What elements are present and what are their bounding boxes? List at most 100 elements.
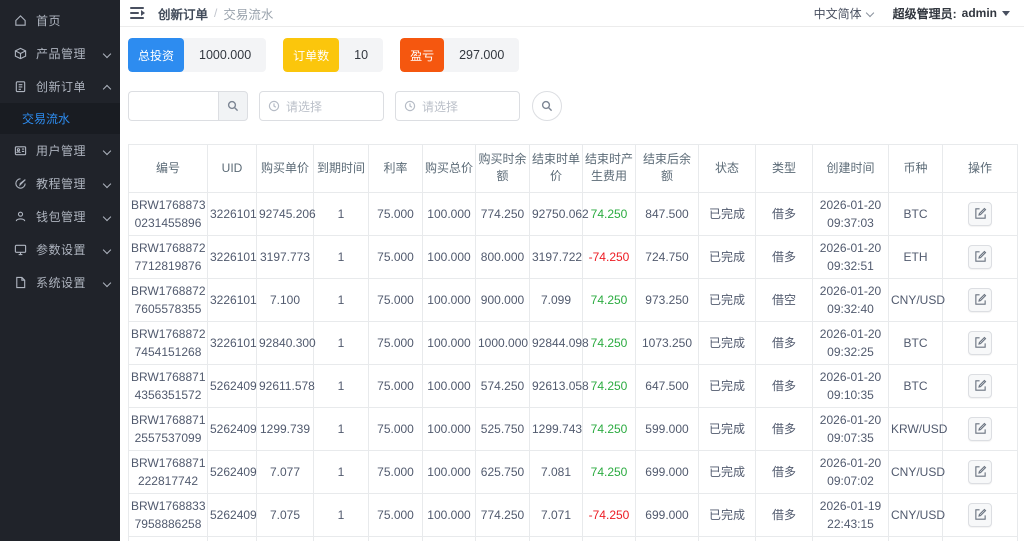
card-label-badge: 订单数 (283, 38, 340, 72)
cell-buy-price: 7.075 (256, 492, 314, 537)
menu-fold-icon[interactable] (130, 7, 146, 19)
filter-search-button[interactable] (532, 91, 562, 121)
card-value: 10 (354, 48, 369, 62)
edit-button[interactable] (968, 502, 992, 527)
cell-expiry: 1 (313, 234, 369, 279)
cell-end-price: 7.071 (529, 492, 583, 537)
cell-balance-at-buy: 774.250 (475, 492, 530, 537)
edit-button[interactable] (968, 287, 992, 312)
card-value: 1000.000 (199, 48, 252, 62)
cell-end-price: 7.081 (529, 449, 583, 494)
user-menu[interactable]: 超级管理员: admin (893, 5, 1010, 22)
sidebar-item-users[interactable]: 用户管理 (0, 134, 120, 167)
sidebar-item-label: 钱包管理 (36, 210, 87, 224)
edit-button[interactable] (968, 330, 992, 355)
edit-button[interactable] (968, 416, 992, 441)
card-label-badge: 盈亏 (400, 38, 445, 72)
card-label-badge: 总投资 (128, 38, 185, 72)
user-name: admin (961, 6, 997, 20)
cell-end-balance: 699.000 (635, 449, 699, 494)
cell-coin: BTC (888, 363, 943, 408)
cell-uid: 3226101 (207, 234, 257, 279)
cell-status: 已完成 (698, 234, 756, 279)
cell-buy-total: 100.000 (422, 363, 476, 408)
chevron-down-icon (104, 213, 112, 221)
sidebar-item-wallets[interactable]: 钱包管理 (0, 200, 120, 233)
home-icon (13, 13, 28, 28)
cell-coin: CNY/USD (888, 492, 945, 537)
cell-buy-total: 100.000 (422, 492, 476, 537)
edit-icon (974, 422, 986, 434)
cell-buy-price: 92745.206 (256, 191, 316, 236)
cell-created-time: 2026-01-20 09:32:25 (812, 320, 889, 365)
sidebar-item-home[interactable]: 首页 (0, 4, 120, 37)
cell-expiry: 1 (313, 320, 369, 365)
cell-end-balance: 647.500 (635, 363, 699, 408)
table-row: BRW1768872 7605578355 3226101 7.100 1 75.… (128, 277, 1018, 322)
sidebar-item-label: 用户管理 (36, 144, 87, 158)
card-total-investment: 总投资 1000.000 (128, 38, 267, 72)
cell-rate: 75.000 (368, 277, 423, 322)
language-selector[interactable]: 中文简体 (814, 5, 875, 22)
cell-coin: BTC (888, 320, 943, 365)
sidebar-item-label: 教程管理 (36, 177, 87, 191)
sidebar-item-parameters[interactable]: 参数设置 (0, 233, 120, 266)
cell-type: 借空 (755, 535, 813, 541)
sidebar-item-system[interactable]: 系统设置 (0, 266, 120, 299)
sidebar-item-tutorials[interactable]: 教程管理 (0, 167, 120, 200)
cell-coin: ETH (888, 234, 943, 279)
cell-actions (942, 406, 1018, 451)
product-icon (13, 46, 28, 61)
date-end-picker[interactable]: 请选择 (395, 91, 520, 121)
column-header: 编号 (128, 144, 208, 193)
keyword-search-button[interactable] (218, 91, 248, 121)
cell-status: 已完成 (698, 320, 756, 365)
cell-created-time: 2026-01-1922:43:05 (812, 535, 889, 541)
cell-coin: CNY/USD (888, 277, 945, 322)
edit-button[interactable] (968, 373, 992, 398)
cell-rate: 75.000 (368, 191, 423, 236)
column-header: 购买时余额 (475, 144, 530, 193)
cell-order-id: BRW1768872 7712819876 (128, 234, 208, 279)
card-order-count: 订单数 10 (283, 38, 384, 72)
table-row: BRW1768873 0231455896 3226101 92745.206 1… (128, 191, 1018, 236)
keyword-input[interactable] (128, 91, 218, 121)
cell-buy-total: 100.000 (422, 406, 476, 451)
cell-status: 已完成 (698, 277, 756, 322)
edit-icon (974, 336, 986, 348)
cell-coin: BTC (888, 191, 943, 236)
edit-button[interactable] (968, 201, 992, 226)
cell-end-balance: 699.000 (635, 492, 699, 537)
cell-order-id: BRW1768872 7605578355 (128, 277, 208, 322)
chevron-up-icon (104, 83, 112, 91)
card-value: 297.000 (459, 48, 505, 62)
edit-button[interactable] (968, 244, 992, 269)
cell-rate: 75.000 (368, 234, 423, 279)
cell-actions (942, 535, 1018, 541)
cell-expiry: 1 (313, 535, 369, 541)
cell-end-balance: 847.500 (635, 191, 699, 236)
cell-end-balance: 799.000 (635, 535, 699, 541)
cell-coin: CNY/USD (888, 449, 945, 494)
cell-rate: 75.000 (368, 492, 423, 537)
cell-uid: 3226101 (207, 191, 257, 236)
edit-icon (974, 293, 986, 305)
edit-button[interactable] (968, 459, 992, 484)
sidebar-item-transactions[interactable]: 交易流水 (0, 103, 120, 134)
filter-bar: 请选择 请选择 (128, 91, 1017, 121)
cell-buy-price: 7.077 (256, 449, 314, 494)
breadcrumb-current[interactable]: 交易流水 (223, 4, 273, 23)
cell-actions (942, 363, 1018, 408)
cell-expiry: 1 (313, 406, 369, 451)
date-start-picker[interactable]: 请选择 (259, 91, 384, 121)
edit-icon (974, 250, 986, 262)
sidebar-item-orders[interactable]: 创新订单 (0, 70, 120, 103)
table-row: BRW1768871 4356351572 5262409 92611.578 1… (128, 363, 1018, 408)
sidebar-item-products[interactable]: 产品管理 (0, 37, 120, 70)
cell-actions (942, 492, 1018, 537)
cell-order-id: BRW1768871 222817742 (128, 449, 208, 494)
table-row: BRW1768871 222817742 5262409 7.077 1 75.0… (128, 449, 1018, 494)
cell-rate: 75.000 (368, 320, 423, 365)
cell-type: 借多 (755, 406, 813, 451)
chevron-down-icon (104, 50, 112, 58)
